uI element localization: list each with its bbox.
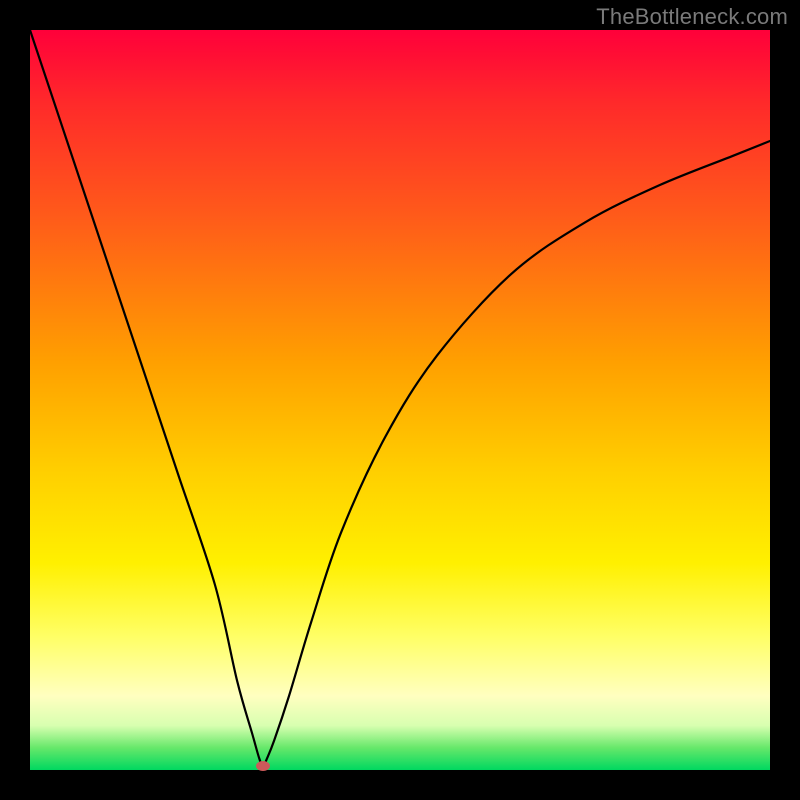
- chart-frame: TheBottleneck.com: [0, 0, 800, 800]
- optimal-point-marker: [256, 761, 270, 771]
- watermark-text: TheBottleneck.com: [596, 4, 788, 30]
- bottleneck-curve: [30, 30, 770, 770]
- plot-area: [30, 30, 770, 770]
